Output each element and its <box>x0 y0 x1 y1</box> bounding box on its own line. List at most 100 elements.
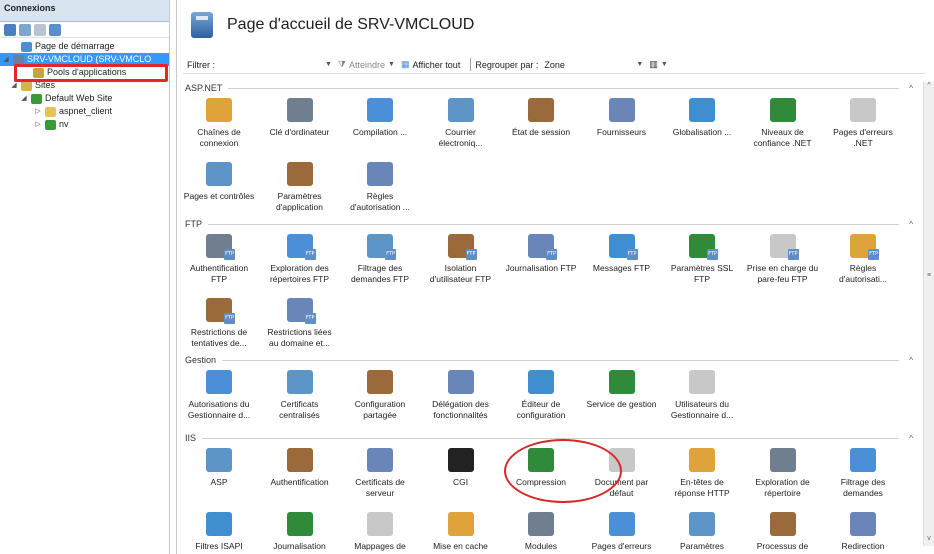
feature-tile[interactable]: Autorisations du Gestionnaire d... <box>181 370 257 421</box>
feature-tile[interactable]: Chaînes de connexion <box>181 98 257 149</box>
collapse-icon[interactable]: ^ <box>899 84 913 93</box>
section-gestion: Gestion ^ Autorisations du Gestionnaire d.… <box>185 354 913 420</box>
section-header[interactable]: ASP.NET ^ <box>185 82 913 94</box>
tree-expander-icon[interactable]: ◢ <box>2 53 10 66</box>
tree-node[interactable]: ▷ aspnet_client <box>0 105 169 118</box>
scroll-grip-icon[interactable]: ≡ <box>924 272 934 279</box>
tree-node[interactable]: ◢ Default Web Site <box>0 92 169 105</box>
feature-tile[interactable]: Service de gestion <box>584 370 660 410</box>
page-title: Page d'accueil de SRV-VMCLOUD <box>227 16 475 33</box>
filter-dropdown[interactable]: ▼ <box>325 61 332 68</box>
collapse-icon[interactable]: ^ <box>899 434 913 443</box>
feature-tile[interactable]: Globalisation ... <box>664 98 740 138</box>
feature-tile[interactable]: Courrier électroniq... <box>423 98 499 149</box>
group-by-select[interactable]: Zone <box>544 60 630 70</box>
feature-tile[interactable]: En-têtes de réponse HTTP <box>664 448 740 499</box>
feature-tile[interactable]: Pages d'erreurs .NET <box>825 98 901 149</box>
feature-tile[interactable]: Compilation ... <box>342 98 418 138</box>
feature-tile[interactable]: Exploration de répertoire <box>745 448 821 499</box>
feature-tile[interactable]: Mise en cache <box>423 512 499 552</box>
connections-tree: Page de démarrage ◢ SRV-VMCLOUD (SRV-VMCLO… <box>0 38 169 131</box>
feature-tile[interactable]: Redirection <box>825 512 901 552</box>
feature-tile[interactable]: Modules <box>503 512 579 552</box>
separator <box>470 58 472 71</box>
feature-tile[interactable]: Processus de <box>745 512 821 552</box>
vertical-scrollbar[interactable]: ^ ≡ v <box>923 82 934 546</box>
feature-label: Service de gestion <box>586 399 657 409</box>
feature-tile[interactable]: Journalisation FTP <box>503 234 579 274</box>
feature-tile[interactable]: Utilisateurs du Gestionnaire d... <box>664 370 740 421</box>
tree-node-icon <box>21 80 32 91</box>
feature-label: Authentification FTP <box>189 263 249 284</box>
feature-tile[interactable]: Filtrage des demandes FTP <box>342 234 418 285</box>
feature-tile[interactable]: Authentification FTP <box>181 234 257 285</box>
section-header[interactable]: FTP ^ <box>185 218 913 230</box>
funnel-icon: ⧩ <box>337 59 346 69</box>
feature-tile[interactable]: Configuration partagée <box>342 370 418 421</box>
chevron-down-icon[interactable]: ▼ <box>388 61 395 68</box>
feature-tile[interactable]: Certificats centralisés <box>262 370 338 421</box>
connections-icon[interactable] <box>49 23 61 36</box>
feature-tile[interactable]: Restrictions liées au domaine et... <box>262 298 338 349</box>
feature-tile[interactable]: Règles d'autorisati... <box>825 234 901 285</box>
collapse-icon[interactable]: ^ <box>899 356 913 365</box>
feature-tile[interactable]: Prise en charge du pare-feu FTP <box>745 234 821 285</box>
feature-tile[interactable]: Délégation des fonctionnalités <box>423 370 499 421</box>
feature-icon <box>769 98 796 122</box>
feature-tile[interactable]: CGI <box>423 448 499 488</box>
feature-tile[interactable]: Restrictions de tentatives de... <box>181 298 257 349</box>
feature-tile[interactable]: Éditeur de configuration <box>503 370 579 421</box>
feature-tile[interactable]: État de session <box>503 98 579 138</box>
feature-label: Pages et contrôles <box>183 191 255 201</box>
feature-label: Restrictions liées au domaine et... <box>267 327 332 348</box>
feature-icon <box>528 234 557 260</box>
section-header[interactable]: Gestion ^ <box>185 354 913 366</box>
section-header[interactable]: IIS ^ <box>185 432 913 444</box>
feature-tile[interactable]: Paramètres <box>664 512 740 552</box>
save-icon[interactable] <box>19 23 31 36</box>
feature-tile[interactable]: Mappages de <box>342 512 418 552</box>
collapse-icon[interactable]: ^ <box>899 220 913 229</box>
chevron-down-icon[interactable]: ▼ <box>636 61 643 68</box>
feature-tile[interactable]: Clé d'ordinateur <box>262 98 338 138</box>
tree-node[interactable]: ▷ nv <box>0 118 169 131</box>
feature-tile[interactable]: Messages FTP <box>584 234 660 274</box>
go-button[interactable]: ⧩ Atteindre ▼ <box>338 59 395 70</box>
feature-label: Chaînes de connexion <box>197 127 241 148</box>
show-all-button[interactable]: ▦ Afficher tout <box>401 59 460 70</box>
connect-icon[interactable] <box>4 23 16 36</box>
feature-label: Modules <box>524 541 558 551</box>
feature-tile[interactable]: Paramètres d'application <box>262 162 338 213</box>
feature-tile[interactable]: Fournisseurs <box>584 98 660 138</box>
feature-tile[interactable]: Document par défaut <box>584 448 660 499</box>
feature-tile[interactable]: Filtres ISAPI <box>181 512 257 552</box>
tree-expander-icon[interactable]: ▷ <box>34 118 42 131</box>
view-button[interactable]: ▥ ▼ <box>649 59 667 70</box>
feature-tile[interactable]: Certificats de serveur <box>342 448 418 499</box>
feature-tile[interactable]: Niveaux de confiance .NET <box>745 98 821 149</box>
feature-label: Journalisation <box>273 541 326 551</box>
feature-tile[interactable]: Authentification <box>262 448 338 488</box>
feature-tile[interactable]: Compression <box>503 448 579 488</box>
filter-label: Filtrer : <box>187 59 215 70</box>
feature-tile[interactable]: ASP <box>181 448 257 488</box>
main-pane: Page d'accueil de SRV-VMCLOUD Filtrer : … <box>176 0 934 554</box>
feature-tile[interactable]: Journalisation <box>262 512 338 552</box>
feature-tile[interactable]: Paramètres SSL FTP <box>664 234 740 285</box>
up-icon[interactable] <box>34 23 46 36</box>
chevron-down-icon[interactable]: ▼ <box>325 61 332 68</box>
tree-expander-icon[interactable]: ◢ <box>20 92 28 105</box>
tree-expander-icon[interactable]: ▷ <box>34 105 42 118</box>
scroll-down-icon[interactable]: v <box>924 535 934 546</box>
tree-node[interactable]: Page de démarrage <box>0 40 169 53</box>
feature-tile[interactable]: Exploration des répertoires FTP <box>262 234 338 285</box>
scroll-up-icon[interactable]: ^ <box>924 82 934 93</box>
connections-title: Connexions <box>0 0 169 22</box>
feature-tile[interactable]: Pages d'erreurs <box>584 512 660 552</box>
feature-tile[interactable]: Règles d'autorisation ... <box>342 162 418 213</box>
feature-label: Messages FTP <box>592 263 651 273</box>
feature-tile[interactable]: Filtrage des demandes <box>825 448 901 499</box>
feature-tile[interactable]: Pages et contrôles <box>181 162 257 202</box>
feature-tile[interactable]: Isolation d'utilisateur FTP <box>423 234 499 285</box>
group-by-value: Zone <box>544 59 565 70</box>
